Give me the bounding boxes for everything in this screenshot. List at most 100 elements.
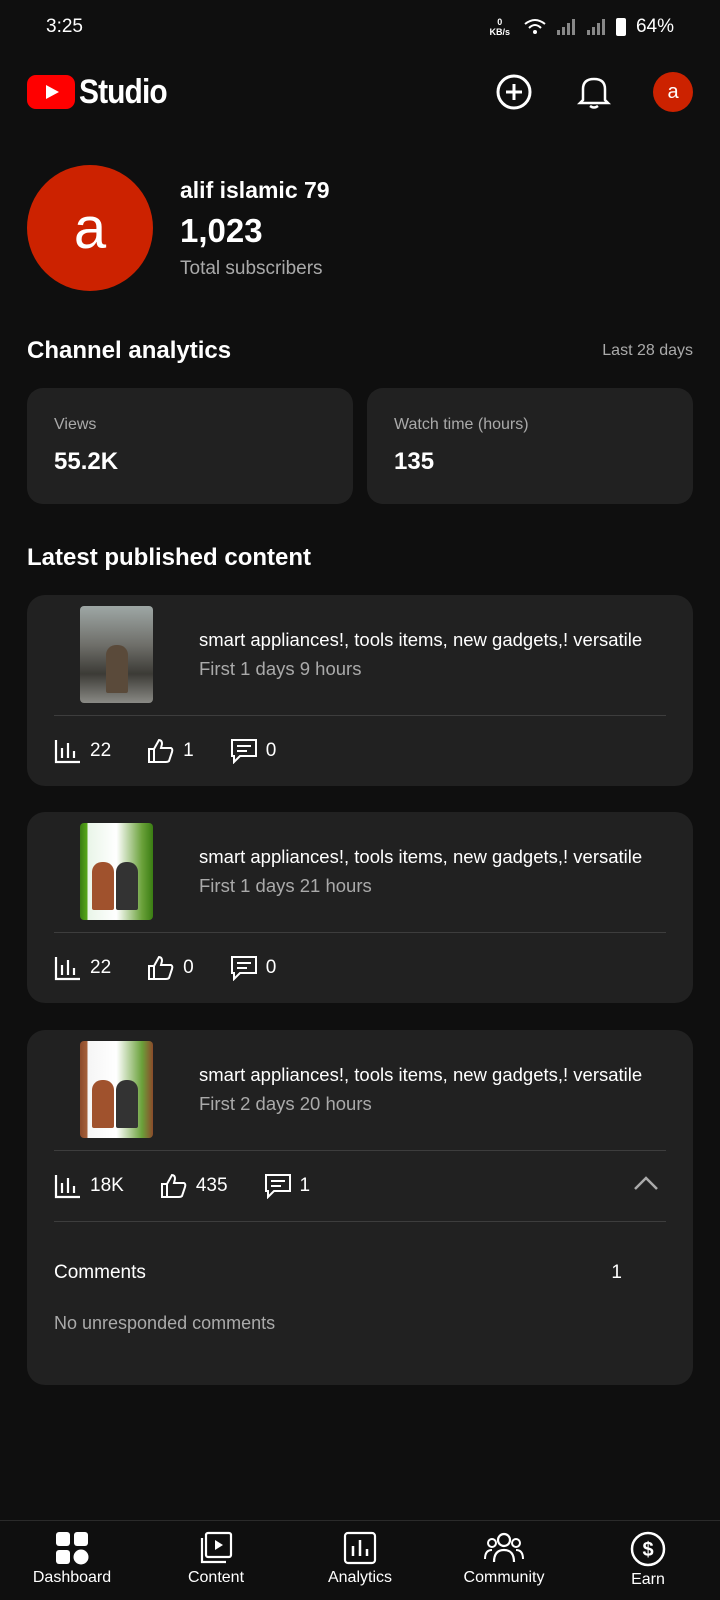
no-unresponded-comments: No unresponded comments	[54, 1313, 276, 1333]
wifi-icon	[524, 19, 546, 34]
top-actions: a	[493, 71, 693, 113]
network-speed: 0 KB/s	[489, 17, 510, 37]
thumbs-up-icon	[148, 738, 174, 763]
channel-name: alif islamic 79	[180, 176, 330, 203]
app-bar: Studio a	[0, 62, 720, 122]
bar-chart-icon	[54, 740, 80, 764]
likes-metric: 435	[160, 1173, 228, 1199]
subscriber-label: Total subscribers	[180, 257, 323, 279]
account-avatar[interactable]: a	[653, 72, 693, 112]
video-thumbnail[interactable]	[80, 823, 153, 920]
comment-icon	[230, 956, 257, 981]
notifications-button[interactable]	[573, 71, 615, 113]
status-icons: 0 KB/s 64%	[489, 16, 674, 38]
nav-label: Analytics	[327, 1569, 393, 1586]
analytics-icon	[343, 1531, 377, 1565]
thumbnail-figure	[116, 1080, 138, 1128]
svg-text:$: $	[642, 1539, 653, 1561]
comments-row[interactable]: Comments 1	[54, 1262, 666, 1284]
video-title: smart appliances!, tools items, new gadg…	[199, 629, 643, 650]
analytics-header: Channel analytics Last 28 days	[27, 337, 693, 365]
signal-icon	[556, 19, 575, 35]
channel-avatar: a	[27, 165, 153, 291]
bar-chart-icon	[54, 957, 80, 981]
add-circle-icon	[496, 74, 532, 110]
video-card[interactable]: smart appliances!, tools items, new gadg…	[27, 595, 693, 786]
youtube-play-icon	[27, 75, 75, 109]
likes-metric: 1	[147, 738, 194, 764]
comments-metric: 0	[230, 738, 276, 764]
create-button[interactable]	[493, 71, 535, 113]
video-summary[interactable]: smart appliances!, tools items, new gadg…	[27, 1030, 693, 1150]
nav-analytics[interactable]: Analytics	[300, 1531, 420, 1587]
watch-time-card[interactable]: Watch time (hours) 135	[367, 388, 693, 504]
nav-community[interactable]: Community	[444, 1531, 564, 1587]
thumbs-up-icon	[148, 955, 174, 980]
battery-icon	[615, 18, 626, 36]
analytics-cards: Views 55.2K Watch time (hours) 135	[27, 388, 693, 504]
status-time: 3:25	[46, 16, 83, 37]
watch-time-label: Watch time (hours)	[394, 416, 529, 433]
video-title: smart appliances!, tools items, new gadg…	[199, 1064, 643, 1085]
analytics-period: Last 28 days	[602, 342, 693, 359]
video-age: First 2 days 20 hours	[199, 1093, 372, 1114]
comments-metric: 0	[230, 955, 276, 981]
thumbnail-figure	[92, 1080, 114, 1128]
thumbs-up-icon	[160, 1173, 187, 1198]
video-card[interactable]: smart appliances!, tools items, new gadg…	[27, 812, 693, 1003]
earn-icon: $	[630, 1531, 666, 1567]
status-bar: 3:25 0 KB/s 64%	[0, 0, 720, 54]
nav-dashboard[interactable]: Dashboard	[12, 1531, 132, 1587]
video-metrics: 22 0 0	[27, 933, 693, 1003]
nav-label: Dashboard	[32, 1569, 112, 1586]
collapse-button[interactable]	[633, 1175, 659, 1196]
views-metric: 18K	[54, 1173, 124, 1199]
video-card-expanded[interactable]: smart appliances!, tools items, new gadg…	[27, 1030, 693, 1385]
channel-profile: a alif islamic 79 1,023 Total subscriber…	[27, 165, 330, 291]
video-thumbnail[interactable]	[80, 1041, 153, 1138]
logo-text: Studio	[79, 72, 168, 111]
thumbnail-figure	[106, 645, 128, 693]
nav-label: Community	[463, 1569, 545, 1586]
thumbnail-figure	[116, 862, 138, 910]
bottom-navigation: Dashboard Content Analytics Community $	[0, 1520, 720, 1600]
nav-label: Earn	[631, 1571, 665, 1588]
dashboard-icon	[56, 1532, 89, 1565]
youtube-studio-logo[interactable]: Studio	[27, 73, 179, 112]
bar-chart-icon	[54, 1175, 80, 1199]
views-metric: 22	[54, 738, 111, 764]
thumbnail-figure	[92, 862, 114, 910]
subscriber-count: 1,023	[180, 211, 263, 249]
battery-level: 64%	[635, 16, 674, 37]
likes-metric: 0	[147, 955, 194, 981]
analytics-title: Channel analytics	[27, 337, 232, 364]
video-metrics: 18K 435 1	[27, 1151, 693, 1221]
nav-earn[interactable]: $ Earn	[588, 1531, 708, 1589]
nav-content[interactable]: Content	[156, 1531, 276, 1587]
views-metric: 22	[54, 955, 111, 981]
views-value: 55.2K	[54, 448, 119, 475]
watch-time-value: 135	[394, 448, 435, 475]
video-summary[interactable]: smart appliances!, tools items, new gadg…	[27, 812, 693, 932]
views-card[interactable]: Views 55.2K	[27, 388, 353, 504]
video-summary[interactable]: smart appliances!, tools items, new gadg…	[27, 595, 693, 715]
video-metrics: 22 1 0	[27, 716, 693, 786]
comments-metric: 1	[264, 1173, 310, 1199]
video-thumbnail[interactable]	[80, 606, 153, 703]
comments-summary[interactable]: Comments 1 No unresponded comments	[27, 1222, 693, 1334]
comments-label: Comments	[54, 1262, 146, 1283]
content-icon	[200, 1531, 233, 1564]
bell-icon	[577, 77, 611, 109]
comment-icon	[230, 739, 257, 764]
channel-info: alif islamic 79 1,023 Total subscribers	[180, 177, 330, 280]
signal-icon-2	[586, 19, 605, 35]
video-age: First 1 days 9 hours	[199, 658, 362, 679]
views-label: Views	[54, 416, 97, 433]
video-age: First 1 days 21 hours	[199, 875, 372, 896]
nav-label: Content	[187, 1569, 245, 1586]
chevron-up-icon	[634, 1176, 658, 1190]
community-icon	[484, 1532, 524, 1563]
latest-content-header: Latest published content	[27, 544, 693, 572]
comments-count: 1	[611, 1262, 622, 1283]
comment-icon	[264, 1174, 291, 1199]
